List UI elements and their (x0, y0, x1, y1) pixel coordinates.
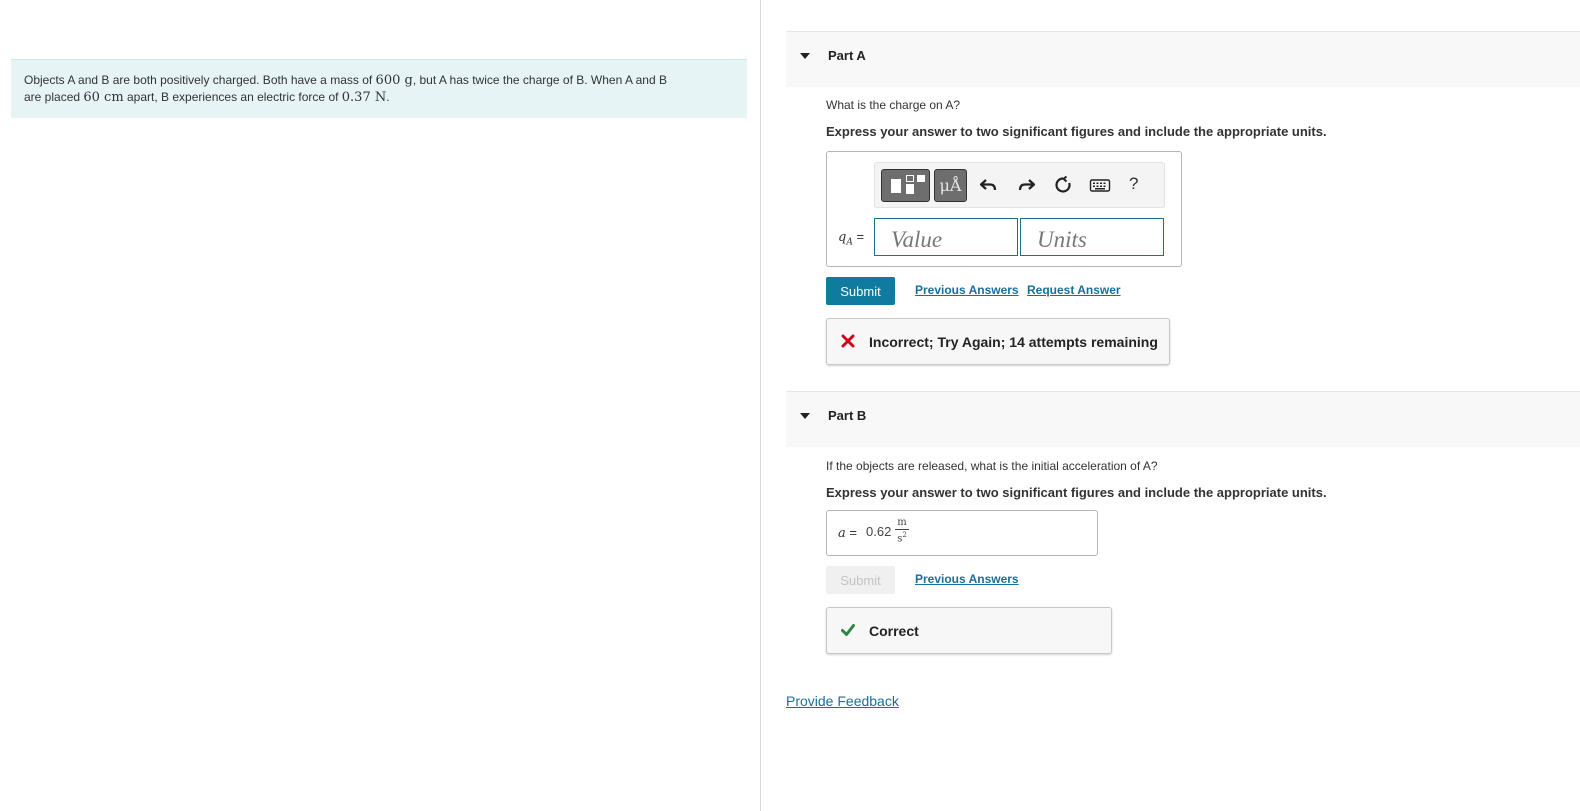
part-a-feedback-text: Incorrect; Try Again; 14 attempts remain… (869, 334, 1158, 350)
variable-label-qa: qA = (838, 229, 864, 248)
unit-denominator: s2 (895, 530, 909, 544)
part-b-feedback-text: Correct (869, 623, 919, 639)
collapse-caret-icon[interactable] (800, 413, 810, 419)
problem-text-5: . (386, 90, 390, 104)
part-a-header[interactable]: Part A (786, 31, 1580, 87)
problem-force: 0.37 N (341, 90, 387, 105)
template-block-icon (917, 175, 925, 182)
part-b-feedback: Correct (826, 607, 1112, 654)
incorrect-x-icon (841, 334, 855, 348)
redo-icon[interactable] (1016, 175, 1036, 195)
part-a-instruction: Express your answer to two significant f… (826, 124, 1327, 139)
part-a-title: Part A (828, 48, 866, 63)
problem-panel: Objects A and B are both positively char… (0, 0, 760, 811)
panel-divider (760, 0, 761, 811)
unit-numerator: m (895, 517, 909, 530)
units-button[interactable]: μÅ (934, 169, 967, 202)
part-a-answer-box: μÅ ? qA = (826, 151, 1182, 267)
part-a-submit-button[interactable]: Submit (826, 277, 895, 305)
part-b-previous-answers-link[interactable]: Previous Answers (915, 572, 1019, 586)
equals-sign: = (849, 525, 857, 540)
template-outline-icon (906, 175, 914, 182)
value-input[interactable] (874, 218, 1018, 256)
templates-button[interactable] (881, 169, 930, 202)
part-b-instruction: Express your answer to two significant f… (826, 485, 1327, 500)
part-a-question: What is the charge on A? (826, 98, 961, 112)
variable-subscript: A (846, 237, 853, 248)
template-block-icon (906, 184, 914, 194)
problem-mass: 600 g (375, 73, 413, 88)
part-a-feedback: Incorrect; Try Again; 14 attempts remain… (826, 318, 1170, 365)
part-b-submit-button: Submit (826, 566, 895, 594)
request-answer-link[interactable]: Request Answer (1027, 283, 1121, 297)
reset-icon[interactable] (1053, 175, 1073, 195)
answer-value: 0.62 (866, 524, 892, 539)
problem-statement: Objects A and B are both positively char… (11, 59, 747, 118)
variable-label-a: a = (838, 525, 857, 541)
help-button[interactable]: ? (1129, 174, 1138, 194)
problem-text-2: , but A has twice the charge of B. When … (412, 73, 667, 87)
units-input[interactable] (1020, 218, 1164, 256)
undo-icon[interactable] (979, 175, 999, 195)
variable-symbol: a (838, 526, 846, 541)
part-b-question: If the objects are released, what is the… (826, 459, 1158, 473)
answer-unit: m s2 (895, 517, 909, 544)
keyboard-icon[interactable] (1089, 175, 1111, 195)
equals-sign: = (856, 229, 865, 244)
problem-text-1: Objects A and B are both positively char… (24, 73, 376, 87)
template-block-icon (891, 179, 901, 193)
unit-denominator-exponent: 2 (902, 531, 907, 539)
math-toolbar: μÅ ? (874, 162, 1165, 208)
part-a-previous-answers-link[interactable]: Previous Answers (915, 283, 1019, 297)
problem-text-4: apart, B experiences an electric force o… (123, 90, 342, 104)
correct-check-icon (841, 624, 855, 636)
collapse-caret-icon[interactable] (800, 53, 810, 59)
problem-text-3: are placed (24, 90, 84, 104)
part-b-answer-box: a = 0.62 m s2 (826, 510, 1098, 556)
provide-feedback-link[interactable]: Provide Feedback (786, 693, 899, 709)
problem-distance: 60 cm (83, 90, 124, 105)
part-b-title: Part B (828, 408, 867, 423)
part-b-header[interactable]: Part B (786, 391, 1580, 447)
